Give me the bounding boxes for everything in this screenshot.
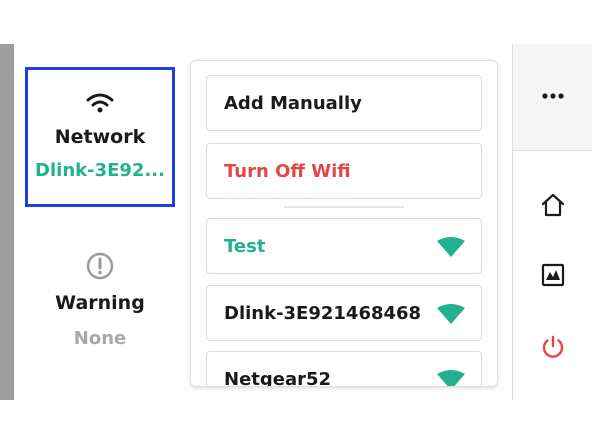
wifi-signal-icon — [437, 370, 465, 386]
add-manually-button[interactable]: Add Manually — [206, 75, 482, 131]
network-item-netgear[interactable]: Netgear52 — [206, 351, 482, 387]
chart-icon[interactable] — [541, 263, 565, 287]
network-item-dlink[interactable]: Dlink-3E921468468 — [206, 285, 482, 341]
wifi-icon — [86, 93, 114, 113]
warning-value: None — [73, 328, 127, 349]
network-value: Dlink-3E92... — [35, 160, 165, 181]
wifi-menu-panel: Add Manually Turn Off Wifi Test Dlink-3E… — [190, 60, 498, 387]
warning-label: Warning — [55, 292, 145, 314]
wifi-signal-icon — [437, 304, 465, 324]
network-name: Test — [224, 235, 266, 257]
more-icon[interactable] — [541, 92, 565, 100]
power-icon[interactable] — [540, 334, 566, 360]
network-name: Netgear52 — [224, 368, 332, 387]
network-item-test[interactable]: Test — [206, 218, 482, 274]
network-name: Dlink-3E921468468 — [224, 302, 422, 324]
network-status-card[interactable]: Network Dlink-3E92... — [25, 67, 175, 207]
more-menu-area — [513, 44, 592, 151]
turn-off-wifi-button[interactable]: Turn Off Wifi — [206, 143, 482, 199]
warning-icon — [86, 252, 114, 280]
left-edge-bar — [0, 44, 14, 400]
network-label: Network — [54, 126, 146, 148]
divider — [284, 206, 404, 208]
wifi-signal-icon — [437, 237, 465, 257]
home-icon[interactable] — [540, 192, 566, 218]
warning-status[interactable]: Warning None — [25, 246, 175, 366]
right-nav — [512, 44, 592, 400]
